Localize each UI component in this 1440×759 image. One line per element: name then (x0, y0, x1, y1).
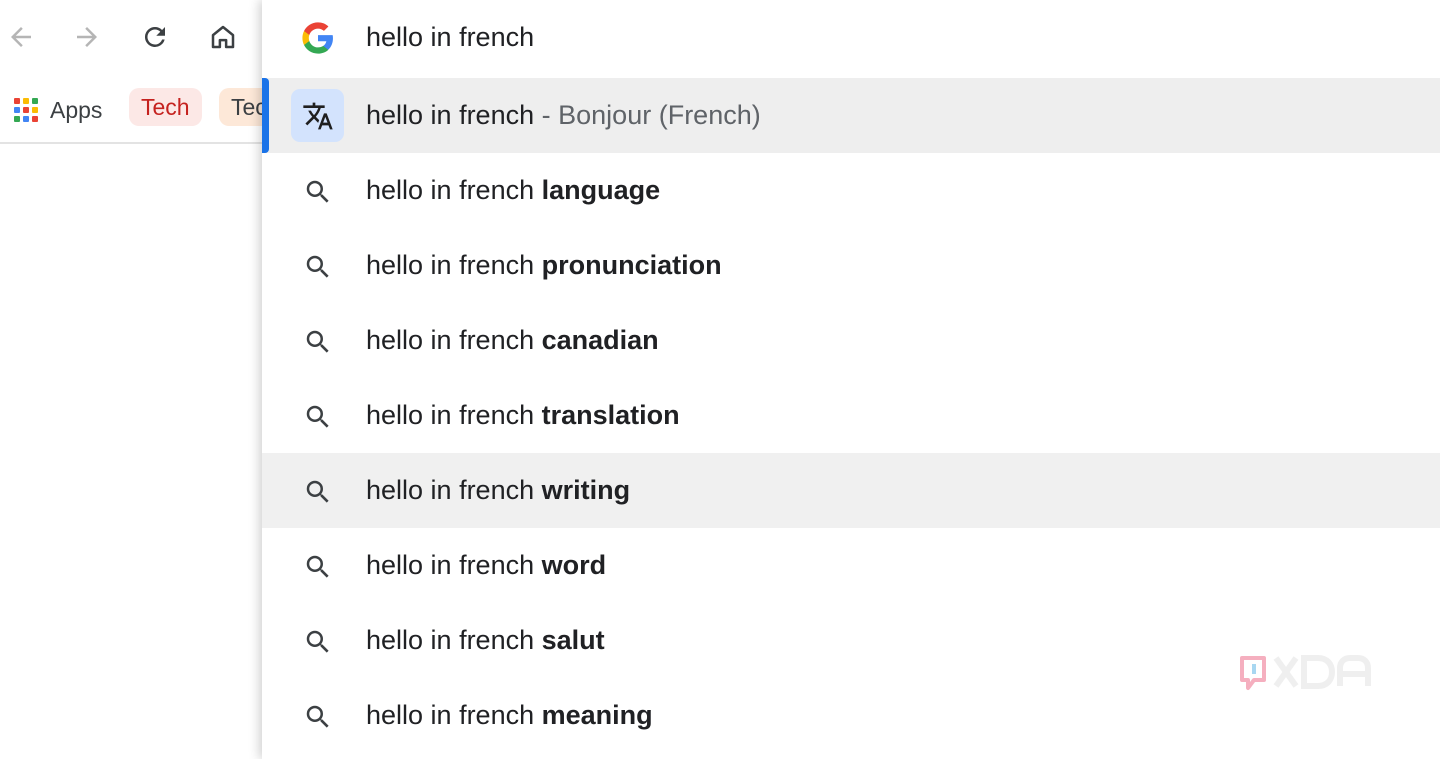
suggestion-query: hello in french (366, 175, 535, 205)
search-icon (306, 405, 329, 428)
answer-suggestion-translate[interactable]: hello in french - Bonjour (French) (262, 78, 1440, 153)
suggestion-text: hello in french pronunciation (366, 250, 722, 281)
suggestion-text: hello in french meaning (366, 700, 653, 731)
suggestion-row[interactable]: hello in french pronunciation (262, 228, 1440, 303)
suggestion-completion: translation (541, 400, 680, 430)
suggestion-text: hello in french canadian (366, 325, 659, 356)
google-g-icon (302, 22, 333, 54)
forward-button[interactable] (66, 16, 108, 58)
suggestion-query: hello in french (366, 625, 535, 655)
search-icon (306, 180, 329, 203)
selection-indicator (262, 78, 269, 153)
translate-icon-tile (291, 89, 344, 142)
suggestion-completion: writing (541, 475, 631, 505)
suggestion-completion: meaning (541, 700, 653, 730)
search-icon (306, 255, 329, 278)
suggestion-completion: pronunciation (541, 250, 722, 280)
suggestion-text: hello in french writing (366, 475, 630, 506)
suggestion-query: hello in french (366, 475, 535, 505)
reload-button[interactable] (134, 16, 176, 58)
suggestion-completion: canadian (541, 325, 659, 355)
suggestion-query: hello in french (366, 700, 535, 730)
search-icon (306, 330, 329, 353)
omnibox-input[interactable] (366, 22, 1266, 53)
suggestion-query: hello in french (366, 325, 535, 355)
browser-toolbar (0, 0, 262, 76)
suggestion-completion: word (541, 550, 607, 580)
search-icon (306, 480, 329, 503)
omnibox-query-row (262, 0, 1440, 76)
suggestion-query: hello in french (366, 400, 535, 430)
bookmark-label: Tech (141, 93, 190, 120)
suggestion-text: hello in french language (366, 175, 660, 206)
home-button[interactable] (202, 16, 244, 58)
bookmark-folder-tech[interactable]: Tech (129, 88, 202, 126)
apps-shortcut[interactable]: Apps (14, 94, 102, 126)
translate-icon (302, 102, 333, 129)
arrow-right-icon (77, 27, 97, 47)
search-icon (306, 630, 329, 653)
suggestion-text: hello in french word (366, 550, 606, 581)
suggestion-query: hello in french (366, 250, 535, 280)
back-button[interactable] (0, 16, 42, 58)
apps-label: Apps (50, 96, 103, 123)
suggestion-row[interactable]: hello in french language (262, 153, 1440, 228)
suggestion-row[interactable]: hello in french translation (262, 378, 1440, 453)
apps-grid-icon (14, 98, 38, 122)
answer-value: Bonjour (French) (558, 100, 761, 130)
arrow-left-icon (11, 27, 31, 47)
suggestion-text: hello in french translation (366, 400, 680, 431)
suggestion-query: hello in french (366, 100, 535, 130)
suggestion-row-hovered[interactable]: hello in french writing (262, 453, 1440, 528)
answer-text: hello in french - Bonjour (French) (366, 100, 761, 131)
answer-separator: - (541, 100, 551, 130)
suggestion-row[interactable]: hello in french word (262, 528, 1440, 603)
suggestion-row[interactable]: hello in french canadian (262, 303, 1440, 378)
reload-icon (144, 26, 165, 47)
bookmarks-bar: Apps Tech Tech (0, 76, 292, 144)
xda-logo (1240, 655, 1371, 690)
suggestion-completion: language (541, 175, 661, 205)
search-icon (306, 555, 329, 578)
suggestion-query: hello in french (366, 550, 535, 580)
suggestion-text: hello in french salut (366, 625, 605, 656)
omnibox-dropdown: hello in french - Bonjour (French) hello… (262, 0, 1440, 759)
search-icon (306, 705, 329, 728)
home-icon (211, 25, 235, 49)
suggestion-completion: salut (541, 625, 605, 655)
